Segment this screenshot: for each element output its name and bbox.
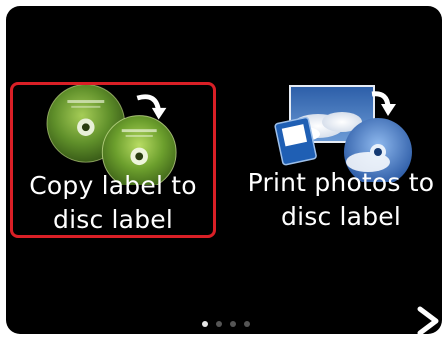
copy-label-line2: disc label [53,205,173,234]
page-dot-3 [230,321,236,327]
copy-label-line1: Copy label to [29,171,197,200]
copy-label-to-disc-tile[interactable]: Copy label to disc label [10,82,216,238]
chevron-right-icon[interactable] [414,306,442,334]
page-dot-1 [202,321,208,327]
page-dot-4 [244,321,250,327]
copy-label-to-disc-label: Copy label to disc label [13,169,213,237]
page-dot-2 [216,321,222,327]
printer-touch-screen: Copy label to disc label Print photos to… [6,6,442,334]
page-indicator [202,320,262,328]
print-photos-to-disc-label: Print photos to disc label [238,166,442,234]
print-photos-to-disc-tile[interactable]: Print photos to disc label [238,82,442,238]
print-photos-line2: disc label [281,202,401,231]
print-photos-line1: Print photos to [247,168,435,197]
